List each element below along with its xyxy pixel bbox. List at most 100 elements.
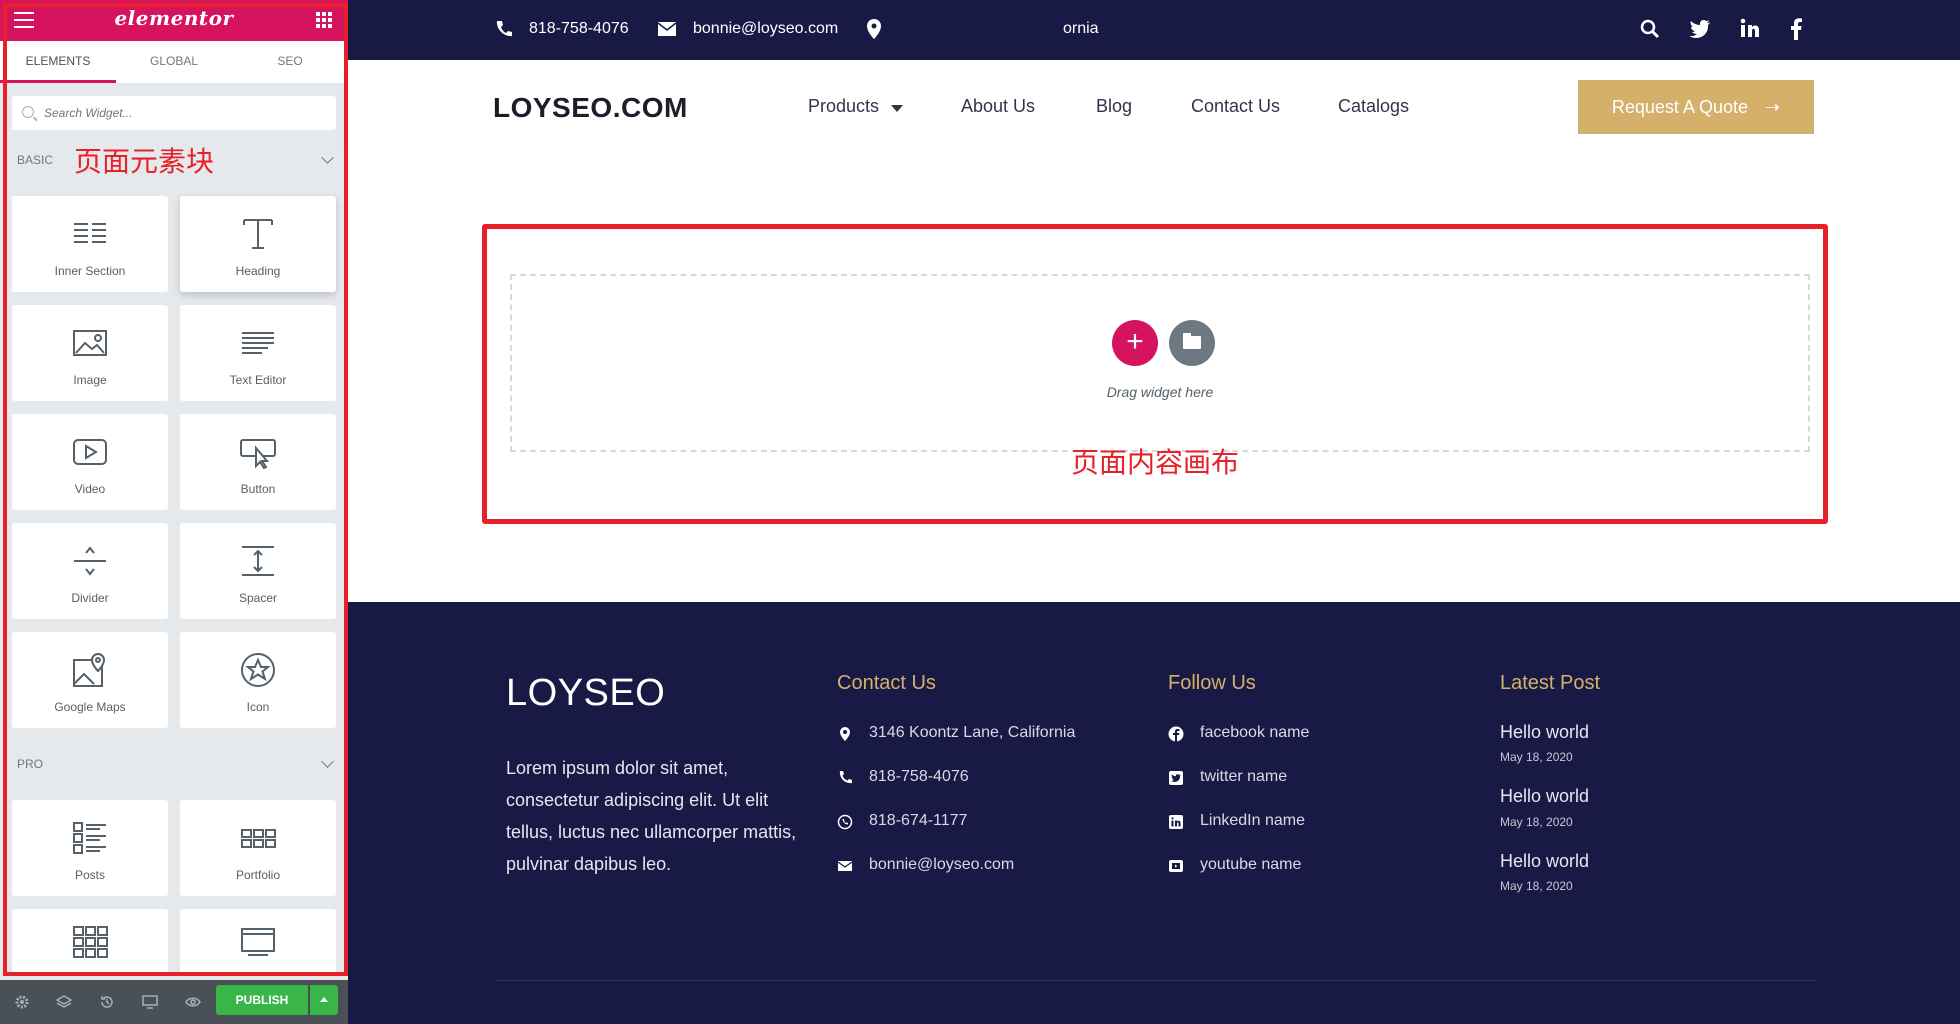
canvas-annotation-frame: + Drag widget here 页面内容画布 bbox=[482, 224, 1828, 524]
widget-video[interactable]: Video bbox=[12, 414, 168, 510]
publish-button[interactable]: PUBLISH bbox=[216, 985, 308, 1015]
widget-inner-section[interactable]: Inner Section bbox=[12, 196, 168, 292]
navigator-layers-icon[interactable] bbox=[56, 994, 72, 1010]
gallery-icon bbox=[73, 926, 108, 958]
linkedin-icon[interactable] bbox=[1740, 18, 1760, 38]
widget-spacer[interactable]: Spacer bbox=[180, 523, 336, 619]
chevron-down-icon[interactable] bbox=[321, 151, 334, 164]
widgets-grid-icon[interactable] bbox=[316, 12, 332, 28]
spacer-icon bbox=[242, 546, 274, 576]
envelope-icon bbox=[837, 861, 853, 871]
nav-blog[interactable]: Blog bbox=[1096, 96, 1132, 117]
linkedin-icon bbox=[1169, 815, 1183, 829]
widget-label: Text Editor bbox=[229, 373, 287, 387]
widget-google-maps[interactable]: Google Maps bbox=[12, 632, 168, 728]
arrow-right-icon: ➝ bbox=[1765, 97, 1781, 117]
footer-post-title[interactable]: Hello world bbox=[1500, 786, 1589, 807]
preview-eye-icon[interactable] bbox=[185, 994, 201, 1010]
footer-follow-title: Follow Us bbox=[1168, 672, 1256, 694]
widget-button[interactable]: Button bbox=[180, 414, 336, 510]
widget-label: Video bbox=[74, 482, 106, 496]
main-navigation: LOYSEO.COM Products About Us Blog Contac… bbox=[348, 60, 1960, 150]
nav-products[interactable]: Products bbox=[808, 96, 879, 117]
widget-heading[interactable]: Heading bbox=[180, 196, 336, 292]
search-icon bbox=[22, 106, 34, 118]
footer-post-date: May 18, 2020 bbox=[1500, 815, 1573, 829]
drag-widget-hint: Drag widget here bbox=[1106, 384, 1214, 400]
video-icon bbox=[73, 439, 107, 465]
add-template-button[interactable] bbox=[1169, 320, 1215, 366]
image-icon bbox=[73, 330, 107, 356]
nav-contact-us[interactable]: Contact Us bbox=[1191, 96, 1280, 117]
nav-about-us[interactable]: About Us bbox=[961, 96, 1035, 117]
elementor-panel: elementor ELEMENTS GLOBAL SEO BASIC 页面元素… bbox=[0, 0, 348, 1024]
widget-label: Heading bbox=[235, 264, 281, 278]
history-icon[interactable] bbox=[99, 994, 115, 1010]
page-preview: 818-758-4076 bonnie@loyseo.com ornia LOY… bbox=[348, 0, 1960, 1024]
whatsapp-icon bbox=[837, 814, 853, 830]
widget-posts[interactable]: Posts bbox=[12, 800, 168, 896]
topbar-phone[interactable]: 818-758-4076 bbox=[529, 20, 629, 38]
request-quote-button[interactable]: Request A Quote ➝ bbox=[1578, 80, 1814, 134]
folder-icon bbox=[1183, 333, 1201, 349]
phone-icon bbox=[839, 771, 852, 784]
topbar-location: ornia bbox=[1063, 20, 1099, 37]
footer-posts-title: Latest Post bbox=[1500, 672, 1601, 694]
top-info-bar: 818-758-4076 bonnie@loyseo.com ornia bbox=[348, 0, 1960, 60]
panel-tabs: ELEMENTS GLOBAL SEO bbox=[0, 41, 348, 83]
footer-description: Lorem ipsum dolor sit amet, consectetur … bbox=[506, 758, 797, 874]
search-icon[interactable] bbox=[1640, 19, 1660, 39]
inner-section-icon bbox=[74, 223, 106, 243]
elementor-logo: elementor bbox=[114, 6, 234, 30]
widget-image[interactable]: Image bbox=[12, 305, 168, 401]
settings-gear-icon[interactable] bbox=[14, 994, 30, 1010]
twitter-icon[interactable] bbox=[1689, 19, 1711, 39]
responsive-desktop-icon[interactable] bbox=[142, 994, 158, 1010]
footer-post-title[interactable]: Hello world bbox=[1500, 722, 1589, 743]
footer-post-title[interactable]: Hello world bbox=[1500, 851, 1589, 872]
widget-label: Google Maps bbox=[54, 700, 126, 714]
widget-slides[interactable] bbox=[180, 909, 336, 973]
widget-label: Divider bbox=[71, 591, 109, 605]
footer-divider bbox=[496, 980, 1816, 981]
footer-post-date: May 18, 2020 bbox=[1500, 879, 1573, 893]
nav-catalogs[interactable]: Catalogs bbox=[1338, 96, 1409, 117]
widget-drop-zone[interactable]: + Drag widget here bbox=[510, 274, 1810, 452]
widget-portfolio[interactable]: Portfolio bbox=[180, 800, 336, 896]
tab-global[interactable]: GLOBAL bbox=[116, 41, 232, 83]
portfolio-icon bbox=[241, 829, 276, 848]
site-logo[interactable]: LOYSEO.COM bbox=[493, 92, 688, 124]
widget-divider[interactable]: Divider bbox=[12, 523, 168, 619]
tab-elements[interactable]: ELEMENTS bbox=[0, 41, 116, 83]
category-pro-label[interactable]: PRO bbox=[17, 757, 43, 771]
widget-label: Posts bbox=[74, 868, 105, 882]
caret-down-icon[interactable] bbox=[891, 105, 903, 112]
canvas-annotation: 页面内容画布 bbox=[1070, 446, 1239, 479]
chevron-down-icon[interactable] bbox=[321, 755, 334, 768]
envelope-icon bbox=[657, 22, 677, 36]
star-icon bbox=[241, 653, 275, 687]
google-maps-icon bbox=[73, 652, 106, 687]
widget-search bbox=[12, 96, 336, 130]
publish-options-button[interactable] bbox=[310, 985, 338, 1015]
request-quote-label: Request A Quote bbox=[1611, 97, 1748, 117]
facebook-icon[interactable] bbox=[1790, 18, 1802, 40]
content-canvas-area: + Drag widget here 页面内容画布 bbox=[348, 150, 1960, 602]
widget-text-editor[interactable]: Text Editor bbox=[180, 305, 336, 401]
widget-label: Button bbox=[240, 482, 276, 496]
widget-gallery[interactable] bbox=[12, 909, 168, 973]
panel-header: elementor bbox=[0, 0, 348, 41]
add-section-button[interactable]: + bbox=[1112, 320, 1158, 366]
widget-icon[interactable]: Icon bbox=[180, 632, 336, 728]
topbar-email[interactable]: bonnie@loyseo.com bbox=[693, 20, 838, 38]
youtube-icon bbox=[1169, 860, 1183, 872]
footer-logo[interactable]: LOYSEO bbox=[506, 672, 665, 715]
map-pin-icon bbox=[867, 19, 881, 39]
search-widget-input[interactable] bbox=[42, 102, 322, 124]
button-icon bbox=[240, 439, 276, 470]
posts-icon bbox=[73, 822, 106, 854]
tab-seo[interactable]: SEO bbox=[232, 41, 348, 83]
divider-icon bbox=[74, 546, 106, 576]
widget-label: Portfolio bbox=[235, 868, 281, 882]
category-basic-label[interactable]: BASIC bbox=[17, 153, 53, 167]
